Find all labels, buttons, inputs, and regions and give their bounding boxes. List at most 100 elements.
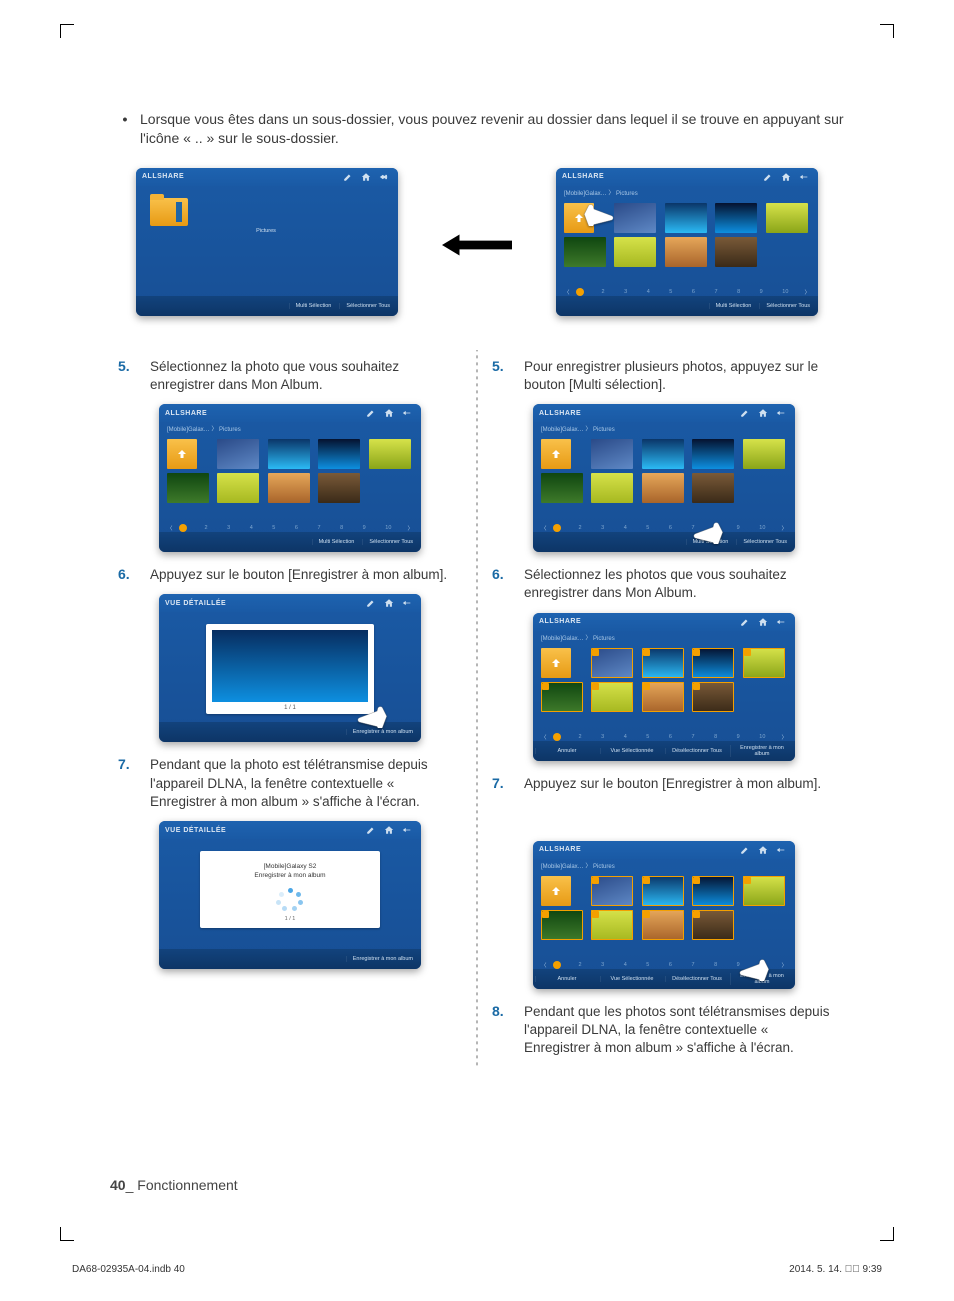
thumbnail[interactable] bbox=[692, 473, 734, 503]
indesign-slug: DA68-02935A-04.indb 40 2014. 5. 14.    9… bbox=[72, 1264, 882, 1275]
step-number: 6. bbox=[492, 566, 524, 602]
thumbnail[interactable] bbox=[318, 439, 360, 469]
multi-selection-button[interactable]: Multi Sélection bbox=[289, 303, 338, 309]
thumbnail[interactable] bbox=[369, 439, 411, 469]
thumbnail[interactable] bbox=[217, 473, 259, 503]
thumbnail[interactable] bbox=[217, 439, 259, 469]
view-selected-button[interactable]: Vue Sélectionnée bbox=[600, 976, 663, 982]
home-icon[interactable] bbox=[778, 171, 794, 183]
thumbnail[interactable] bbox=[564, 237, 606, 267]
up-folder-button[interactable] bbox=[541, 648, 571, 678]
thumbnail[interactable] bbox=[715, 237, 757, 267]
back-icon[interactable] bbox=[773, 616, 789, 628]
thumbnail-selected[interactable] bbox=[692, 910, 734, 940]
detail-photo[interactable] bbox=[212, 630, 368, 702]
up-folder-button[interactable] bbox=[541, 876, 571, 906]
pager: 〈2345678910〉 bbox=[165, 524, 415, 532]
thumbnail[interactable] bbox=[665, 237, 707, 267]
edit-icon[interactable] bbox=[737, 844, 753, 856]
thumbnail-selected[interactable] bbox=[642, 682, 684, 712]
home-icon[interactable] bbox=[755, 407, 771, 419]
home-icon[interactable] bbox=[381, 407, 397, 419]
save-album-button[interactable]: Enregistrer à mon album bbox=[346, 729, 419, 735]
thumbnail[interactable] bbox=[614, 203, 656, 233]
thumbnail-selected[interactable] bbox=[642, 876, 684, 906]
deselect-all-button[interactable]: Désélectionner Tous bbox=[665, 748, 728, 754]
select-all-button[interactable]: Sélectionner Tous bbox=[362, 539, 419, 545]
edit-icon[interactable] bbox=[363, 824, 379, 836]
thumbnail[interactable] bbox=[614, 237, 656, 267]
back-icon[interactable] bbox=[796, 171, 812, 183]
deselect-all-button[interactable]: Désélectionner Tous bbox=[665, 976, 728, 982]
home-icon[interactable] bbox=[381, 824, 397, 836]
thumbnail-selected[interactable] bbox=[642, 910, 684, 940]
thumbnail[interactable] bbox=[167, 473, 209, 503]
edit-icon[interactable] bbox=[737, 407, 753, 419]
select-all-button[interactable]: Sélectionner Tous bbox=[339, 303, 396, 309]
thumbnail-selected[interactable] bbox=[541, 682, 583, 712]
pager-next[interactable]: 〉 bbox=[802, 288, 812, 296]
save-album-button[interactable]: Enregistrer à mon album bbox=[730, 745, 793, 757]
column-divider bbox=[476, 350, 478, 1068]
edit-icon[interactable] bbox=[363, 597, 379, 609]
up-folder-button[interactable] bbox=[167, 439, 197, 469]
edit-icon[interactable] bbox=[340, 171, 356, 183]
thumbnail[interactable] bbox=[268, 439, 310, 469]
home-icon[interactable] bbox=[755, 616, 771, 628]
multi-selection-button[interactable]: Multi Sélection bbox=[312, 539, 361, 545]
back-icon[interactable] bbox=[399, 597, 415, 609]
thumbnail-selected[interactable] bbox=[743, 648, 785, 678]
thumbnail-selected[interactable] bbox=[591, 682, 633, 712]
back-icon[interactable] bbox=[773, 844, 789, 856]
detail-counter: 1 / 1 bbox=[212, 702, 368, 711]
thumbnail[interactable] bbox=[591, 473, 633, 503]
thumbnail-selected[interactable] bbox=[692, 648, 734, 678]
footer-bar: Multi Sélection Sélectionner Tous bbox=[556, 296, 818, 316]
thumbnail[interactable] bbox=[318, 473, 360, 503]
thumbnail-selected[interactable] bbox=[591, 910, 633, 940]
thumbnail[interactable] bbox=[692, 439, 734, 469]
back-icon[interactable] bbox=[376, 171, 392, 183]
back-icon[interactable] bbox=[399, 407, 415, 419]
thumbnail-selected[interactable] bbox=[692, 876, 734, 906]
thumbnail-selected[interactable] bbox=[642, 648, 684, 678]
thumbnail-selected[interactable] bbox=[692, 682, 734, 712]
thumbnail[interactable] bbox=[591, 439, 633, 469]
cancel-button[interactable]: Annuler bbox=[535, 748, 598, 754]
view-selected-button[interactable]: Vue Sélectionnée bbox=[600, 748, 663, 754]
screenshot-grid-tap-save: ALLSHARE [Mobile]Galax… 〉 Pictures bbox=[533, 841, 795, 989]
thumbnail[interactable] bbox=[642, 439, 684, 469]
thumbnail[interactable] bbox=[642, 473, 684, 503]
page-footer: 40_ Fonctionnement bbox=[110, 1177, 238, 1193]
thumbnail-selected[interactable] bbox=[541, 910, 583, 940]
save-album-button[interactable]: Enregistrer à mon album bbox=[346, 956, 419, 962]
select-all-button[interactable]: Sélectionner Tous bbox=[759, 303, 816, 309]
breadcrumb: [Mobile]Galax… 〉 Pictures bbox=[533, 859, 795, 872]
detail-photo-frame: 1 / 1 bbox=[206, 624, 374, 714]
step-number: 8. bbox=[492, 1003, 524, 1058]
edit-icon[interactable] bbox=[363, 407, 379, 419]
thumbnail[interactable] bbox=[766, 203, 808, 233]
crop-mark bbox=[880, 24, 894, 38]
pager-prev[interactable]: 〈 bbox=[562, 288, 572, 296]
thumbnail[interactable] bbox=[541, 473, 583, 503]
home-icon[interactable] bbox=[358, 171, 374, 183]
cancel-button[interactable]: Annuler bbox=[535, 976, 598, 982]
back-icon[interactable] bbox=[773, 407, 789, 419]
thumbnail[interactable] bbox=[715, 203, 757, 233]
thumbnail[interactable] bbox=[743, 439, 785, 469]
edit-icon[interactable] bbox=[737, 616, 753, 628]
thumbnail-selected[interactable] bbox=[743, 876, 785, 906]
back-icon[interactable] bbox=[399, 824, 415, 836]
select-all-button[interactable]: Sélectionner Tous bbox=[736, 539, 793, 545]
edit-icon[interactable] bbox=[760, 171, 776, 183]
thumbnail-selected[interactable] bbox=[591, 648, 633, 678]
up-folder-button[interactable] bbox=[541, 439, 571, 469]
thumbnail[interactable] bbox=[665, 203, 707, 233]
folder-icon[interactable] bbox=[150, 198, 188, 226]
multi-selection-button[interactable]: Multi Sélection bbox=[709, 303, 758, 309]
home-icon[interactable] bbox=[381, 597, 397, 609]
thumbnail-selected[interactable] bbox=[591, 876, 633, 906]
home-icon[interactable] bbox=[755, 844, 771, 856]
thumbnail[interactable] bbox=[268, 473, 310, 503]
